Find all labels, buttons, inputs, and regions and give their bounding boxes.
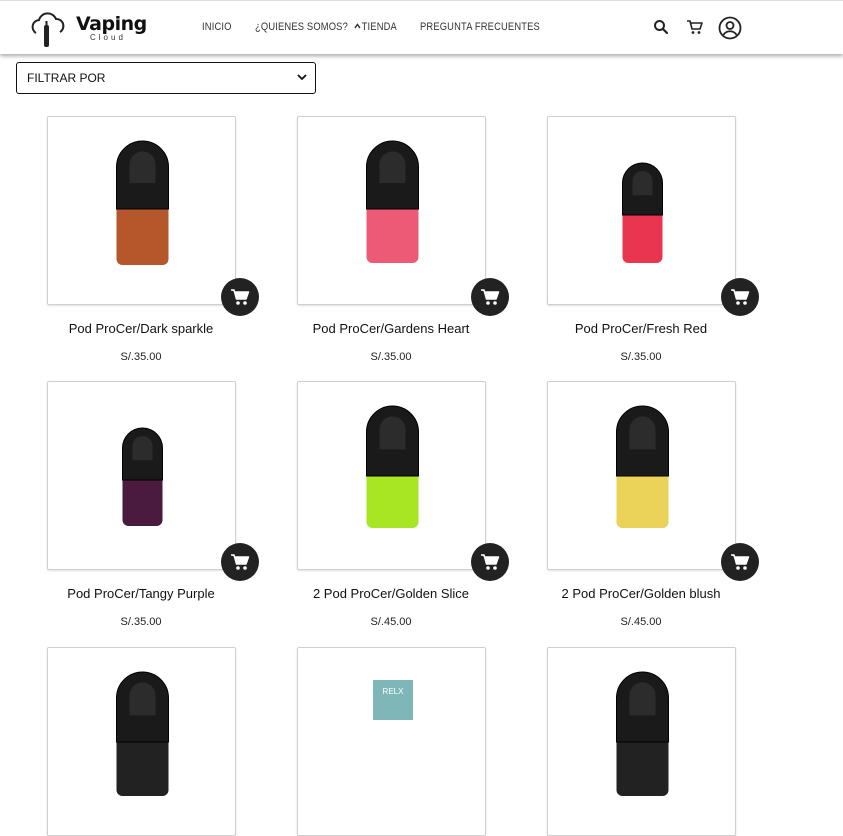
brand-subtitle: Cloud: [90, 33, 126, 42]
chevron-down-icon: [297, 74, 307, 81]
add-to-cart-button[interactable]: [471, 278, 509, 316]
product-name[interactable]: 2 Pod ProCer/Golden blush: [516, 586, 766, 601]
cart-icon: [481, 554, 500, 570]
product-name[interactable]: Pod ProCer/Fresh Red: [516, 321, 766, 336]
cart-icon[interactable]: [686, 19, 704, 35]
product-price: S/.35.00: [120, 616, 162, 628]
product-price: S/.45.00: [620, 616, 662, 628]
add-to-cart-button[interactable]: [721, 543, 759, 581]
product-price: S/.35.00: [620, 351, 662, 363]
add-to-cart-button[interactable]: [221, 278, 259, 316]
product-pod-image: [616, 405, 669, 528]
nav-item-inicio[interactable]: INICIO: [202, 21, 232, 33]
product-price: S/.35.00: [370, 351, 412, 363]
product-name[interactable]: 2 Pod ProCer/Golden Slice: [266, 586, 516, 601]
product-name[interactable]: Pod ProCer/Gardens Heart: [266, 321, 516, 336]
user-icon[interactable]: [718, 16, 742, 40]
search-icon[interactable]: [653, 19, 669, 35]
product-pod-image: [622, 162, 663, 263]
add-to-cart-button[interactable]: [221, 543, 259, 581]
product-box-image: RELX: [373, 680, 413, 720]
chevron-up-icon: [354, 23, 361, 29]
product-image[interactable]: [297, 381, 486, 570]
product-image[interactable]: [547, 381, 736, 570]
cart-icon: [481, 289, 500, 305]
add-to-cart-button[interactable]: [721, 278, 759, 316]
product-name[interactable]: Pod ProCer/Tangy Purple: [16, 586, 266, 601]
product-pod-image: [122, 427, 163, 526]
product-pod-image: [116, 671, 169, 796]
product-image[interactable]: [547, 116, 736, 305]
product-pod-image: [366, 140, 419, 263]
nav-item-tienda[interactable]: TIENDA: [354, 21, 397, 33]
cart-icon: [731, 289, 750, 305]
product-pod-image: [616, 671, 669, 796]
cart-icon: [731, 554, 750, 570]
nav-item-quienes-somos[interactable]: ¿QUIENES SOMOS?: [255, 21, 348, 33]
add-to-cart-button[interactable]: [471, 543, 509, 581]
product-name[interactable]: Pod ProCer/Dark sparkle: [16, 321, 266, 336]
filter-select[interactable]: FILTRAR POR: [16, 62, 316, 94]
nav-item-tienda-label: TIENDA: [361, 21, 397, 33]
product-image[interactable]: [297, 116, 486, 305]
brand-name: Vaping: [76, 13, 147, 35]
cloud-logo-icon: [31, 12, 65, 47]
product-pod-image: [116, 140, 169, 265]
product-price: S/.35.00: [120, 351, 162, 363]
product-pod-image: [366, 405, 419, 528]
nav-item-preguntas[interactable]: PREGUNTA FRECUENTES: [420, 21, 540, 33]
product-image[interactable]: [47, 381, 236, 570]
product-image[interactable]: [547, 647, 736, 836]
cart-icon: [231, 554, 250, 570]
product-image[interactable]: RELX: [297, 647, 486, 836]
brand-logo[interactable]: Vaping Cloud: [28, 9, 147, 49]
box-brand-text: RELX: [383, 687, 405, 696]
top-header: Vaping Cloud INICIO ¿QUIENES SOMOS? TIEN…: [0, 0, 843, 54]
cart-icon: [231, 289, 250, 305]
filter-label: FILTRAR POR: [27, 71, 106, 85]
product-image[interactable]: [47, 647, 236, 836]
product-image[interactable]: [47, 116, 236, 305]
product-price: S/.45.00: [370, 616, 412, 628]
